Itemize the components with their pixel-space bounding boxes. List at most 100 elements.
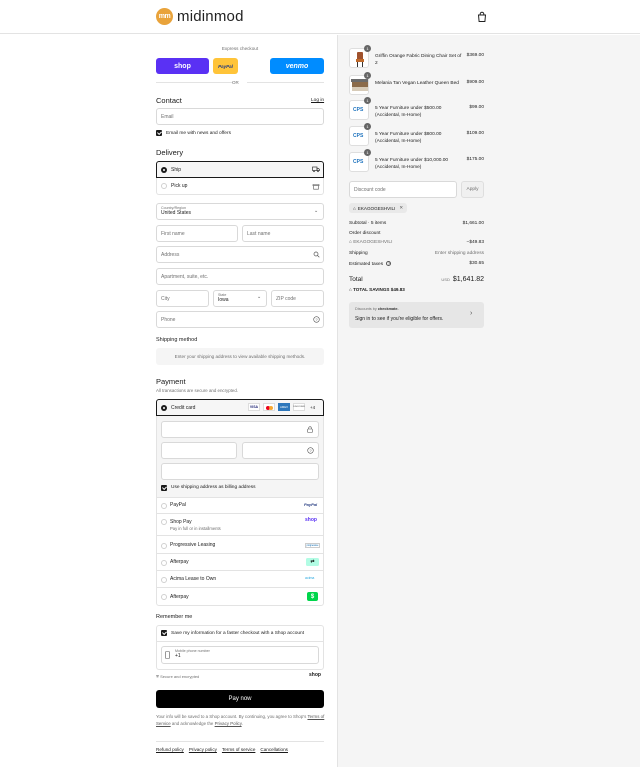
privacy-link[interactable]: Privacy Policy bbox=[215, 721, 242, 726]
terms-of-service-link[interactable]: Terms of service bbox=[222, 747, 255, 752]
name-on-card-field[interactable] bbox=[161, 463, 319, 480]
acima-label: Acima Lease to Own bbox=[170, 576, 217, 582]
credit-card-radio[interactable] bbox=[161, 405, 167, 411]
ship-option[interactable] bbox=[156, 161, 324, 178]
taxes-help-icon[interactable]: ? bbox=[386, 261, 392, 266]
pickup-radio[interactable] bbox=[161, 183, 167, 189]
quantity-badge: 1 bbox=[364, 123, 371, 130]
apply-discount-button[interactable]: Apply bbox=[461, 181, 484, 198]
cancellations-link[interactable]: Cancellations bbox=[260, 747, 288, 752]
afterpay-radio[interactable] bbox=[161, 560, 167, 566]
shop-pay-button[interactable]: shop bbox=[156, 58, 209, 74]
apartment-field[interactable]: Apartment, suite, etc. bbox=[156, 268, 324, 285]
discount-code-name: EKAGOGESHVILI bbox=[353, 240, 393, 245]
item-price: $175.00 bbox=[466, 157, 484, 162]
paypal-option[interactable]: PayPal bbox=[156, 497, 324, 514]
cashapp-afterpay-option[interactable]: Afterpay bbox=[156, 588, 324, 605]
country-value: United States bbox=[161, 210, 192, 216]
total-label: Total bbox=[349, 276, 363, 283]
billing-label: Use shipping address as billing address bbox=[171, 485, 256, 490]
afterpay-badge-icon: ⇄ bbox=[306, 558, 319, 566]
progressive-radio[interactable] bbox=[161, 543, 167, 549]
progressive-label: Progressive Leasing bbox=[170, 542, 216, 548]
order-item: CPS 1 5 Year Furniture under $10,000.00 … bbox=[349, 149, 484, 174]
news-label: Email me with news and offers bbox=[166, 131, 231, 136]
item-name: 5 Year Furniture under $500.00 (Accident… bbox=[375, 106, 442, 118]
offers-by-text: Discounts by bbox=[355, 307, 377, 311]
ship-label: Ship bbox=[171, 167, 182, 173]
email-field[interactable]: Email bbox=[156, 108, 324, 125]
order-item: 1 Melania Tan Vegan Leather Queen Bed $9… bbox=[349, 72, 484, 97]
total-row: Total USD $1,641.82 bbox=[349, 276, 484, 286]
mobile-phone-field[interactable]: Mobile phone number +1 bbox=[161, 646, 319, 664]
acima-option[interactable]: Acima Lease to Own bbox=[156, 571, 324, 588]
news-checkbox[interactable] bbox=[156, 130, 162, 136]
afterpay-option[interactable]: Afterpay bbox=[156, 554, 324, 571]
first-name-field[interactable]: First name bbox=[156, 225, 238, 242]
secure-text: Secure and encrypted bbox=[160, 674, 200, 679]
card-number-field[interactable] bbox=[161, 421, 319, 438]
afterpay-label: Afterpay bbox=[170, 559, 189, 565]
pickup-label: Pick up bbox=[171, 183, 188, 189]
phone-field[interactable]: Phone bbox=[156, 311, 324, 328]
save-info-checkbox[interactable] bbox=[161, 630, 167, 636]
footer-divider bbox=[156, 741, 324, 742]
discount-tag: ⌂ EKAGOGESHVILI ✕ bbox=[349, 203, 408, 213]
city-field[interactable]: City bbox=[156, 290, 209, 307]
shop-pay-radio[interactable] bbox=[161, 519, 167, 525]
legal-end: . bbox=[241, 721, 243, 726]
address-field[interactable]: Address bbox=[156, 246, 324, 263]
discount-code-row: ⌂ EKAGOGESHVILI −$49.83 bbox=[349, 240, 484, 245]
amex-icon: AMEX bbox=[278, 403, 290, 411]
cashapp-afterpay-radio[interactable] bbox=[161, 594, 167, 600]
shop-pay-option[interactable]: Shop Pay Pay in full or in installments bbox=[156, 514, 324, 536]
quantity-badge: 1 bbox=[364, 72, 371, 79]
cash-app-icon: $ bbox=[307, 592, 318, 601]
legal-and: and acknowledge the bbox=[171, 721, 214, 726]
footer-links: Refund policy Privacy policy Terms of se… bbox=[156, 747, 293, 752]
search-icon bbox=[313, 251, 320, 258]
venmo-button[interactable]: venmo bbox=[270, 58, 324, 74]
truck-icon bbox=[312, 166, 320, 173]
progressive-option[interactable]: Progressive Leasing bbox=[156, 537, 324, 554]
taxes-row: Estimated taxes ? $30.65 bbox=[349, 261, 484, 267]
item-price: $909.00 bbox=[466, 80, 484, 85]
credit-card-label: Credit card bbox=[171, 405, 196, 411]
lock-icon bbox=[307, 426, 313, 433]
item-name: 5 Year Furniture under $10,000.00 (Accid… bbox=[375, 158, 449, 170]
remove-discount-icon[interactable]: ✕ bbox=[399, 205, 403, 211]
security-help-icon[interactable]: ? bbox=[307, 447, 314, 454]
acima-radio[interactable] bbox=[161, 577, 167, 583]
help-icon[interactable]: ? bbox=[313, 316, 320, 323]
offers-panel[interactable]: Discounts by checkmate. Sign in to see i… bbox=[349, 302, 484, 328]
pay-now-button[interactable]: Pay now bbox=[156, 690, 324, 708]
discount-value: −$49.83 bbox=[466, 240, 484, 245]
discover-icon: DISCOVER bbox=[293, 403, 305, 411]
shopping-bag-icon[interactable] bbox=[476, 11, 488, 23]
billing-checkbox[interactable] bbox=[161, 485, 167, 491]
shipping-label: Shipping bbox=[349, 251, 368, 256]
contact-heading: Contact bbox=[156, 96, 182, 105]
login-link[interactable]: Log in bbox=[311, 98, 324, 103]
privacy-policy-link[interactable]: Privacy policy bbox=[189, 747, 217, 752]
discount-code-field[interactable]: Discount code bbox=[349, 181, 457, 198]
zip-field[interactable]: ZIP code bbox=[271, 290, 324, 307]
paypal-radio[interactable] bbox=[161, 503, 167, 509]
savings-row: ⌂ TOTAL SAVINGS $49.83 bbox=[349, 287, 484, 292]
subtotal-label: Subtotal · 5 items bbox=[349, 221, 387, 226]
currency: USD bbox=[441, 277, 450, 282]
subtotal-row: Subtotal · 5 items $1,661.00 bbox=[349, 221, 484, 226]
item-price: $369.00 bbox=[466, 53, 484, 58]
logo-mark-icon: mm bbox=[156, 8, 173, 25]
shop-badge-icon: shop bbox=[305, 517, 317, 523]
refund-policy-link[interactable]: Refund policy bbox=[156, 747, 184, 752]
chevron-down-icon: ⌄ bbox=[314, 208, 319, 214]
paypal-button[interactable]: PayPal bbox=[213, 58, 238, 74]
payment-heading: Payment bbox=[156, 377, 186, 386]
store-logo[interactable]: mm midinmod bbox=[156, 8, 244, 25]
ship-radio[interactable] bbox=[161, 167, 167, 173]
last-name-field[interactable]: Last name bbox=[242, 225, 324, 242]
mobile-phone-value: +1 bbox=[175, 653, 181, 659]
country-select[interactable]: Country/Region United States bbox=[156, 203, 324, 220]
expiry-field[interactable] bbox=[161, 442, 237, 459]
